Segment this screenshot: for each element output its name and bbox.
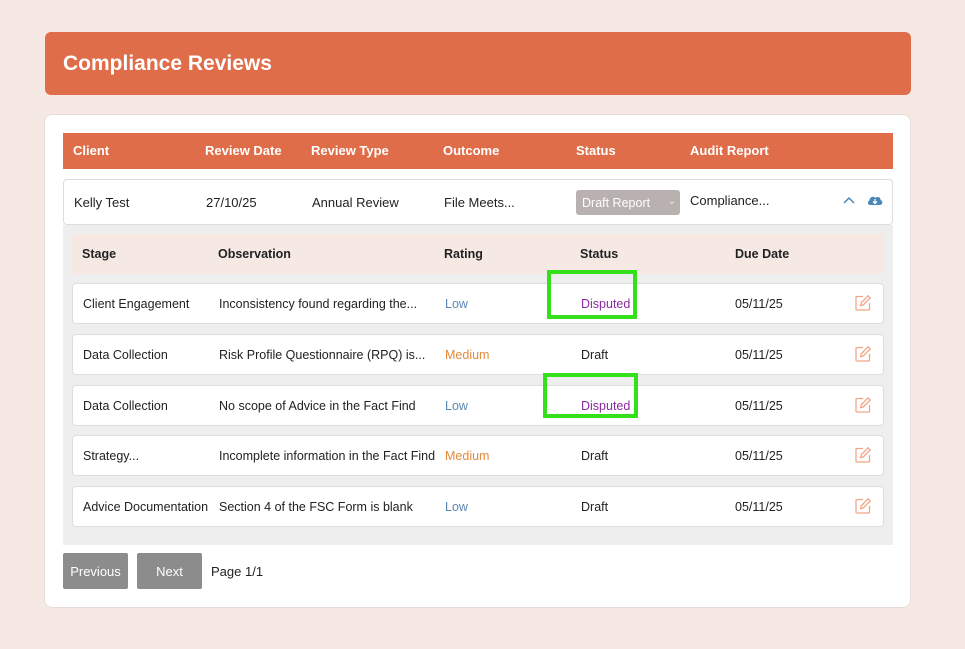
observation: Incomplete information in the Fact Find	[219, 449, 436, 463]
column-stage: Stage	[82, 247, 117, 261]
stage-row[interactable]: Client Engagement Inconsistency found re…	[72, 283, 884, 324]
edit-button[interactable]	[854, 345, 872, 366]
page-indicator: Page 1/1	[211, 564, 264, 579]
edit-icon	[855, 294, 872, 311]
rating: Low	[445, 399, 468, 413]
edit-icon	[855, 396, 872, 413]
due-date: 05/11/25	[735, 348, 783, 362]
review-date: 27/10/25	[206, 195, 257, 210]
column-outcome[interactable]: Outcome	[443, 143, 499, 158]
audit-report-link[interactable]: Compliance...	[690, 193, 769, 208]
edit-button[interactable]	[854, 396, 872, 417]
column-status[interactable]: Status	[576, 143, 616, 158]
column-client[interactable]: Client	[73, 143, 109, 158]
edit-button[interactable]	[854, 294, 872, 315]
status-highlight	[543, 373, 638, 418]
rating: Low	[445, 500, 468, 514]
rating: Medium	[445, 449, 490, 463]
column-due-date: Due Date	[735, 247, 790, 261]
stages-header: Stage Observation Rating Status Due Date	[72, 234, 884, 274]
column-review-type[interactable]: Review Type	[311, 143, 389, 158]
column-observation: Observation	[218, 247, 291, 261]
stage-row[interactable]: Advice Documentation Section 4 of the FS…	[72, 486, 884, 527]
column-rating: Rating	[444, 247, 483, 261]
column-review-date[interactable]: Review Date	[205, 143, 282, 158]
due-date: 05/11/25	[735, 399, 783, 413]
stage-name: Client Engagement	[83, 297, 190, 311]
observation: No scope of Advice in the Fact Find	[219, 399, 416, 413]
stage-status: Draft	[581, 348, 609, 362]
edit-button[interactable]	[854, 497, 872, 518]
chevron-down-icon: ⌄	[667, 196, 676, 207]
status-select-value: Draft Report	[582, 196, 651, 210]
stage-status: Draft	[581, 500, 609, 514]
status-select[interactable]: Draft Report ⌄	[576, 190, 680, 215]
download-button[interactable]	[866, 193, 884, 210]
observation: Inconsistency found regarding the...	[219, 297, 418, 311]
page-header: Compliance Reviews	[45, 32, 911, 95]
review-row[interactable]: Kelly Test 27/10/25 Annual Review File M…	[63, 179, 893, 225]
stages-panel: Stage Observation Rating Status Due Date…	[63, 225, 893, 545]
stage-name: Strategy...	[83, 449, 140, 463]
reviews-card: Client Review Date Review Type Outcome S…	[44, 114, 911, 608]
status-highlight	[547, 270, 637, 319]
rating: Low	[445, 297, 468, 311]
edit-icon	[855, 345, 872, 362]
page-title: Compliance Reviews	[63, 51, 272, 75]
due-date: 05/11/25	[735, 297, 783, 311]
stage-row[interactable]: Strategy... Incomplete information in th…	[72, 435, 884, 476]
review-type: Annual Review	[312, 195, 399, 210]
table-header: Client Review Date Review Type Outcome S…	[63, 133, 893, 169]
edit-button[interactable]	[854, 446, 872, 467]
observation: Section 4 of the FSC Form is blank	[219, 500, 413, 514]
outcome: File Meets...	[444, 195, 515, 210]
rating: Medium	[445, 348, 490, 362]
collapse-button[interactable]	[842, 194, 856, 209]
next-button[interactable]: Next	[137, 553, 202, 589]
stage-name: Data Collection	[83, 348, 168, 362]
stage-status: Draft	[581, 449, 609, 463]
column-audit-report[interactable]: Audit Report	[690, 143, 769, 158]
due-date: 05/11/25	[735, 449, 783, 463]
due-date: 05/11/25	[735, 500, 783, 514]
stage-row[interactable]: Data Collection Risk Profile Questionnai…	[72, 334, 884, 375]
edit-icon	[855, 446, 872, 463]
client-name: Kelly Test	[74, 195, 130, 210]
stage-row[interactable]: Data Collection No scope of Advice in th…	[72, 385, 884, 426]
chevron-up-icon	[843, 196, 855, 204]
previous-button[interactable]: Previous	[63, 553, 128, 589]
observation: Risk Profile Questionnaire (RPQ) is...	[219, 348, 426, 362]
stage-name: Advice Documentation	[83, 500, 209, 514]
column-stage-status: Status	[580, 247, 619, 261]
cloud-download-icon	[867, 196, 883, 205]
edit-icon	[855, 497, 872, 514]
stage-name: Data Collection	[83, 399, 168, 413]
